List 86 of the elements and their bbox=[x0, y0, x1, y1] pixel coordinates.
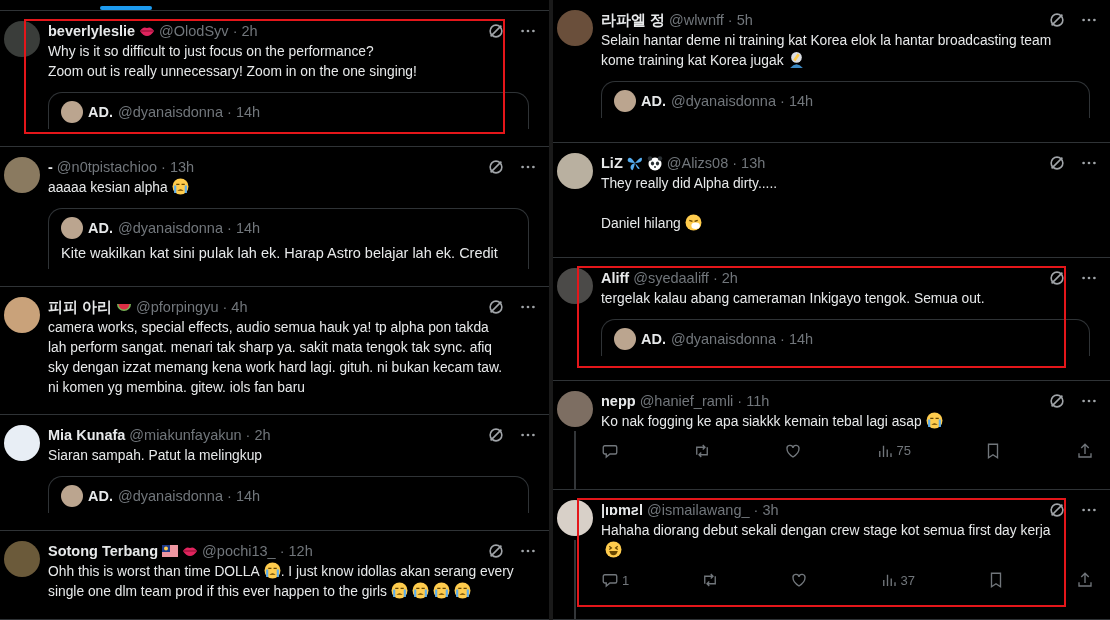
emoji-icon bbox=[454, 582, 471, 600]
display-name: AD. bbox=[641, 92, 666, 111]
display-name[interactable]: |ıɒmƨl bbox=[601, 500, 643, 521]
display-name[interactable]: Aliff bbox=[601, 268, 630, 289]
emoji-icon bbox=[925, 411, 943, 429]
display-name[interactable]: LiZ bbox=[601, 152, 623, 173]
display-name: AD. bbox=[88, 103, 113, 122]
handle-and-time[interactable]: @hanief_ramli · 11h bbox=[639, 390, 770, 411]
emoji-icon bbox=[391, 582, 408, 600]
tweet-text: camera works, special effects, audio semua hauk ya! tp alpha pon takda bbox=[48, 319, 489, 335]
quoted-tweet-card[interactable]: AD. @dyanaisdonna · 14h bbox=[601, 81, 1090, 118]
handle-and-time: @dyanaisdonna · 14h bbox=[118, 487, 261, 507]
display-name: AD. bbox=[88, 218, 113, 238]
slashed-circle-icon[interactable] bbox=[1048, 391, 1066, 410]
avatar-photo[interactable] bbox=[557, 500, 593, 537]
handle-and-time[interactable]: @Alizs08 · 13h bbox=[666, 152, 766, 173]
slashed-circle-icon[interactable] bbox=[1048, 501, 1066, 520]
tweet-text: tergelak kalau abang cameraman Inkigayo tengok. Semua out. bbox=[601, 291, 985, 307]
display-name[interactable]: nepp bbox=[601, 390, 636, 411]
panda-icon bbox=[646, 154, 663, 171]
display-name: AD. bbox=[641, 330, 666, 350]
emoji-icon bbox=[433, 582, 450, 600]
handle-and-time[interactable]: @ismailawang_ · 3h bbox=[646, 500, 779, 521]
avatar-photo bbox=[61, 101, 83, 123]
flag-icon bbox=[162, 543, 179, 560]
share-icon[interactable] bbox=[1075, 441, 1094, 460]
avatar-photo bbox=[614, 328, 636, 351]
share-icon[interactable] bbox=[1075, 571, 1094, 590]
slashed-circle-icon[interactable] bbox=[487, 426, 505, 445]
handle-and-time[interactable]: @wlwnff · 5h bbox=[669, 10, 753, 30]
tweet-text: ni komen yg membina. gitew. iols fan baru bbox=[48, 379, 305, 395]
tweet-text: Daniel hilang bbox=[601, 215, 681, 231]
emoji-icon bbox=[684, 213, 702, 231]
tweet-text: Ko nak fogging ke apa siakkk kemain tebal lagi asap bbox=[601, 413, 922, 429]
emoji-icon bbox=[605, 541, 622, 559]
handle-and-time: @dyanaisdonna · 14h bbox=[118, 218, 261, 238]
tweet-text: Siaran sampah. Patut la melingkup bbox=[48, 448, 262, 464]
slashed-circle-icon[interactable] bbox=[487, 297, 505, 316]
display-name: AD. bbox=[88, 487, 113, 507]
quoted-tweet-card[interactable]: AD. @dyanaisdonna · 14h Kite wakilkan kat sini pulak lah ek. Harap Astro belajar lah ek. Credit bbox=[48, 207, 529, 269]
emoji-icon bbox=[171, 177, 189, 195]
tweet-text: Why is it so difficult to just focus on the performance? bbox=[48, 44, 374, 59]
slashed-circle-icon[interactable] bbox=[487, 157, 505, 176]
handle-and-time: @dyanaisdonna · 14h bbox=[118, 103, 261, 122]
slashed-circle-icon[interactable] bbox=[1048, 153, 1066, 172]
avatar-photo bbox=[614, 90, 636, 112]
display-name[interactable]: - bbox=[48, 156, 53, 177]
handle-and-time[interactable]: @OlodSyv · 2h bbox=[159, 21, 258, 41]
tweet-text: Hahaha diorang debut sekali dengan crew stage kot semua first day kerja bbox=[601, 523, 1051, 539]
avatar-photo[interactable] bbox=[4, 296, 40, 333]
display-name[interactable]: Mia Kunafa bbox=[48, 425, 126, 446]
avatar-photo[interactable] bbox=[4, 425, 40, 462]
emoji-icon bbox=[412, 582, 429, 600]
avatar-photo bbox=[61, 216, 83, 239]
slashed-circle-icon[interactable] bbox=[1048, 269, 1066, 288]
handle-and-time[interactable]: @n0tpistachioo · 13h bbox=[56, 156, 195, 177]
quoted-tweet-card[interactable]: AD. @dyanaisdonna · 14h bbox=[601, 319, 1090, 357]
tweet-text: Zoom out is really unnecessary! Zoom in on the one singing! bbox=[48, 64, 417, 79]
handle-and-time: @dyanaisdonna · 14h bbox=[671, 92, 814, 111]
display-name[interactable]: Sotong Terbang bbox=[48, 541, 159, 562]
tweet-text: kome training kat Korea jugak bbox=[601, 53, 784, 68]
tweet-text: . I just know idollas akan serang every bbox=[280, 564, 514, 580]
tweet-text: sky dengan izzat memang kena work hard lagi. gituh. ni bukan kecam taw. bbox=[48, 359, 502, 375]
quoted-text: Kite wakilkan kat sini pulak lah ek. Harap Astro belajar lah ek. Credit bbox=[61, 243, 499, 263]
tweet-text: single one dlm team prod if this ever happen to the girls bbox=[48, 584, 387, 600]
slashed-circle-icon[interactable] bbox=[487, 22, 505, 40]
tweet-text: aaaaa kesian alpha bbox=[48, 179, 168, 195]
emoji-icon bbox=[263, 562, 281, 580]
quoted-tweet-card[interactable]: AD. @dyanaisdonna · 14h bbox=[48, 476, 529, 514]
avatar-photo[interactable] bbox=[557, 152, 593, 189]
display-name[interactable]: beverlyleslie bbox=[48, 21, 136, 41]
handle-and-time[interactable]: @syedaaliff · 2h bbox=[633, 268, 738, 289]
quoted-tweet-card[interactable]: AD. @dyanaisdonna · 14h bbox=[48, 92, 529, 129]
tweet-text: Ohh this is worst than time DOLLA bbox=[48, 564, 260, 580]
display-name[interactable]: 라파엘 정 bbox=[601, 10, 666, 30]
handle-and-time[interactable]: @pforpingyu · 4h bbox=[136, 296, 248, 317]
slashed-circle-icon[interactable] bbox=[1048, 11, 1066, 29]
handle-and-time: @dyanaisdonna · 14h bbox=[671, 330, 814, 350]
tweet-text: lah perform sangat. menari tak sharp ya. sakit mata tengok tak sync. afiq bbox=[48, 339, 492, 355]
handle-and-time[interactable]: @pochi13_ · 12h bbox=[202, 541, 313, 562]
tweet-text: Selain hantar deme ni training kat Korea elok la hantar broadcasting team bbox=[601, 33, 1052, 48]
display-name[interactable]: 피피 아리 bbox=[48, 296, 113, 317]
handle-and-time[interactable]: @miakunfayakun · 2h bbox=[129, 425, 271, 446]
avatar-photo bbox=[61, 485, 83, 508]
tweet-text: They really did Alpha dirty..... bbox=[601, 175, 778, 191]
slashed-circle-icon[interactable] bbox=[487, 542, 505, 561]
